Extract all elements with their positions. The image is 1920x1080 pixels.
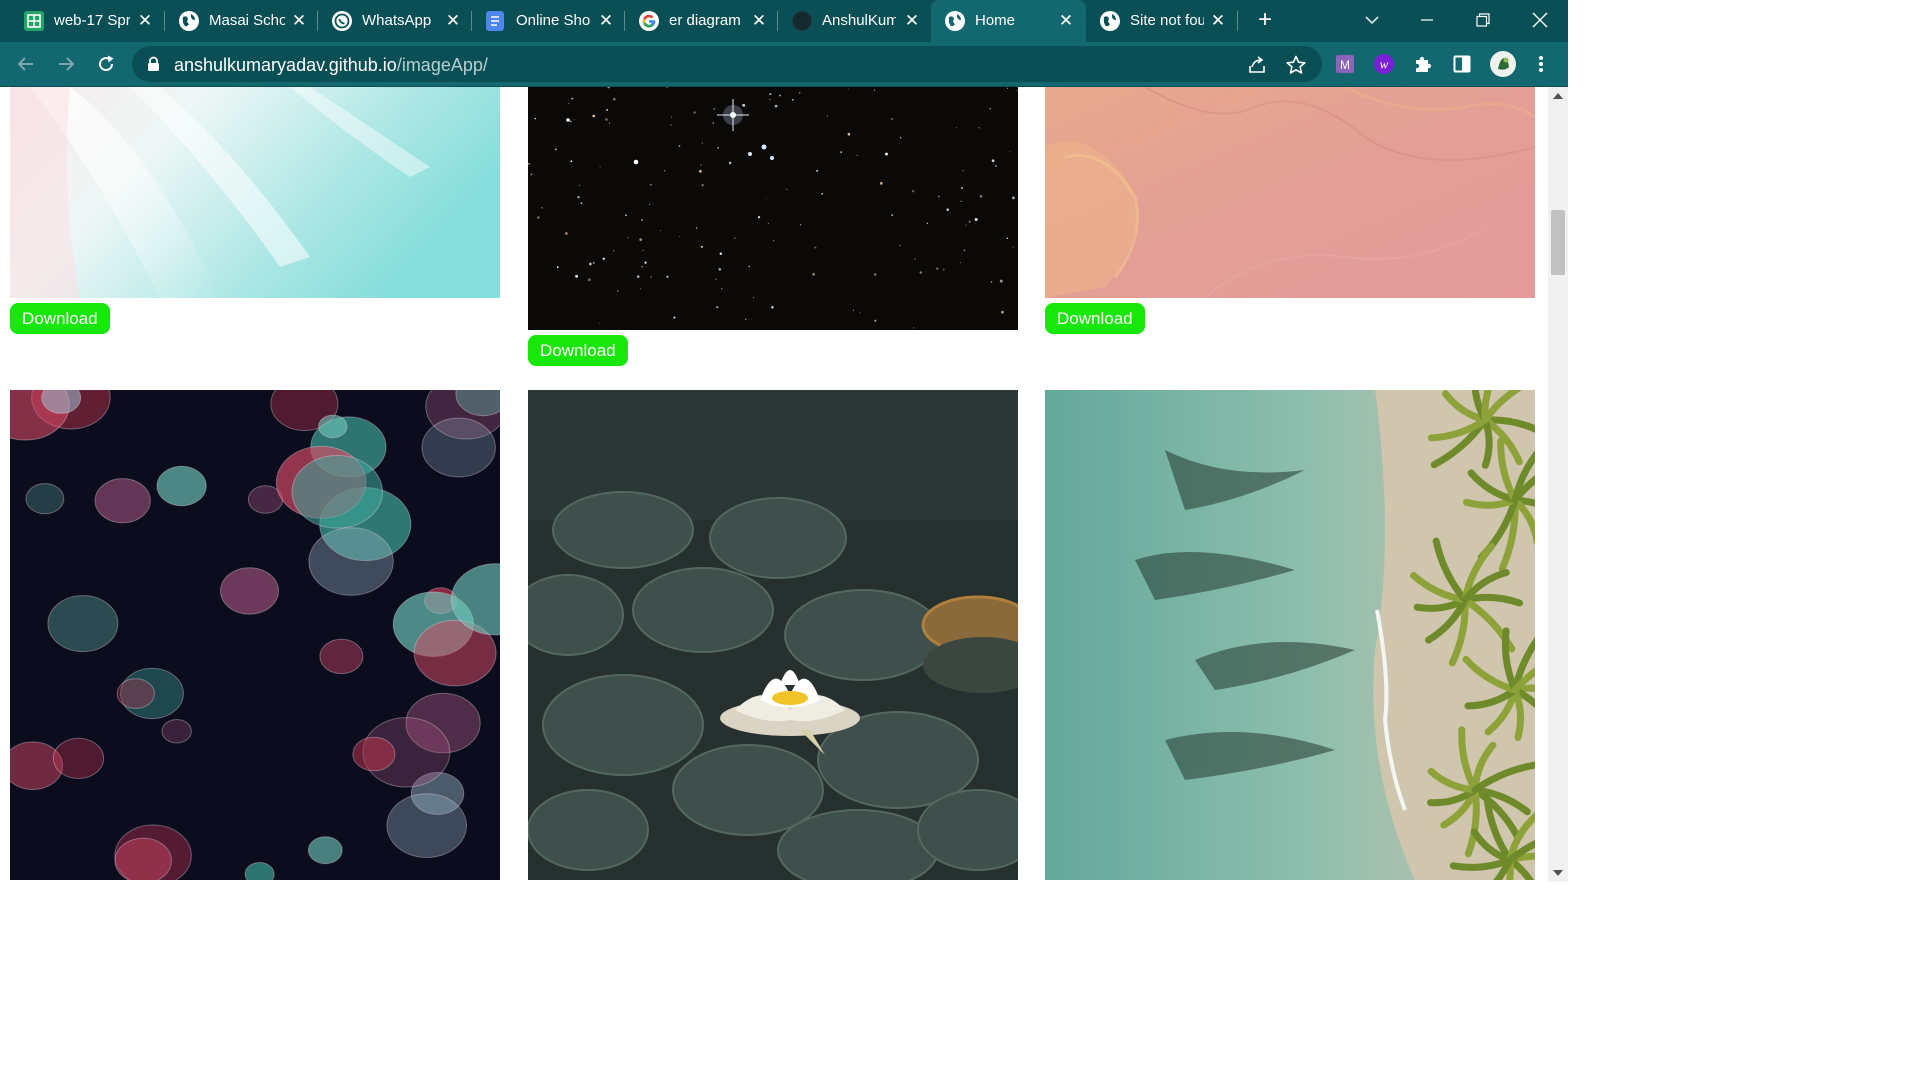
restore-icon[interactable]	[1455, 0, 1511, 40]
sky-clouds-image	[10, 87, 500, 298]
tab-masai[interactable]: Masai Scho ✕	[165, 0, 318, 42]
url-text: anshulkumaryadav.github.io/imageApp/	[174, 55, 488, 76]
globe-icon	[945, 11, 965, 31]
tab-er-diagram[interactable]: er diagram ✕	[625, 0, 778, 42]
reload-icon[interactable]	[92, 50, 120, 78]
minimize-icon[interactable]	[1399, 0, 1455, 40]
close-icon[interactable]: ✕	[135, 11, 155, 31]
lock-icon[interactable]	[147, 56, 160, 77]
tab-title: AnshulKum	[822, 12, 896, 29]
tab-title: Site not fou	[1130, 12, 1204, 29]
vertical-scrollbar[interactable]	[1548, 87, 1568, 882]
globe-icon	[179, 11, 199, 31]
tab-title: Home	[975, 12, 1016, 29]
new-tab-button[interactable]: +	[1252, 8, 1278, 34]
whatsapp-icon	[332, 11, 352, 31]
tab-title: Masai Scho	[209, 12, 285, 29]
beach-palms-image	[1045, 390, 1535, 880]
tab-home[interactable]: Home ✕	[931, 0, 1086, 42]
tab-online-shop[interactable]: Online Sho ✕	[472, 0, 625, 42]
tab-strip: web-17 Spr ✕ Masai Scho ✕ WhatsApp ✕ Onl…	[0, 0, 1568, 42]
tab-web17[interactable]: web-17 Spr ✕	[10, 0, 165, 42]
back-arrow-icon[interactable]	[12, 50, 40, 78]
globe-icon	[1100, 11, 1120, 31]
close-icon[interactable]: ✕	[1056, 11, 1076, 31]
svg-text:w: w	[1380, 57, 1389, 72]
w-extension-icon[interactable]: w	[1372, 52, 1396, 76]
url-domain: anshulkumaryadav.github.io	[174, 55, 397, 75]
jellyfish-image	[10, 390, 500, 880]
download-button[interactable]: Download	[10, 303, 110, 334]
scroll-thumb[interactable]	[1551, 210, 1565, 275]
github-icon	[792, 11, 812, 31]
docs-icon	[486, 11, 504, 31]
share-icon[interactable]	[1246, 54, 1268, 76]
tab-search-chevron-icon[interactable]	[1360, 8, 1384, 32]
tab-title: WhatsApp	[362, 12, 432, 29]
browser-toolbar: anshulkumaryadav.github.io/imageApp/ M w	[0, 42, 1568, 87]
close-icon[interactable]: ✕	[289, 11, 309, 31]
starry-night-image	[528, 87, 1018, 330]
close-icon[interactable]: ✕	[443, 11, 463, 31]
image-gallery: Download Download Download	[0, 87, 1548, 882]
tab-title: Online Sho	[516, 12, 590, 29]
scroll-down-arrow-icon[interactable]	[1553, 870, 1563, 876]
url-path: /imageApp/	[396, 55, 488, 75]
tab-separator	[1237, 11, 1238, 31]
tab-title: er diagram	[669, 12, 741, 29]
m-extension-icon[interactable]: M	[1333, 52, 1357, 76]
close-icon[interactable]: ✕	[596, 11, 616, 31]
download-button[interactable]: Download	[1045, 303, 1145, 334]
svg-text:M: M	[1340, 58, 1350, 72]
sheets-icon	[24, 11, 44, 31]
close-icon[interactable]: ✕	[902, 11, 922, 31]
tab-title: web-17 Spr	[54, 12, 130, 29]
window-close-icon[interactable]	[1512, 0, 1568, 40]
tab-anshulkum[interactable]: AnshulKum ✕	[778, 0, 931, 42]
forward-arrow-icon[interactable]	[52, 50, 80, 78]
scroll-up-arrow-icon[interactable]	[1553, 93, 1563, 99]
close-icon[interactable]: ✕	[1208, 11, 1228, 31]
bookmark-star-icon[interactable]	[1285, 54, 1307, 76]
tab-whatsapp[interactable]: WhatsApp ✕	[318, 0, 472, 42]
side-panel-icon[interactable]	[1450, 52, 1474, 76]
puzzle-icon[interactable]	[1411, 52, 1435, 76]
profile-avatar[interactable]	[1489, 50, 1517, 78]
close-icon[interactable]: ✕	[749, 11, 769, 31]
tab-site-not-found[interactable]: Site not fou ✕	[1086, 0, 1238, 42]
google-icon	[639, 11, 659, 31]
pink-sandstone-image	[1045, 87, 1535, 298]
download-button[interactable]: Download	[528, 335, 628, 366]
address-bar[interactable]: anshulkumaryadav.github.io/imageApp/	[132, 46, 1322, 82]
kebab-menu-icon[interactable]	[1529, 52, 1553, 76]
water-lily-image	[528, 390, 1018, 880]
